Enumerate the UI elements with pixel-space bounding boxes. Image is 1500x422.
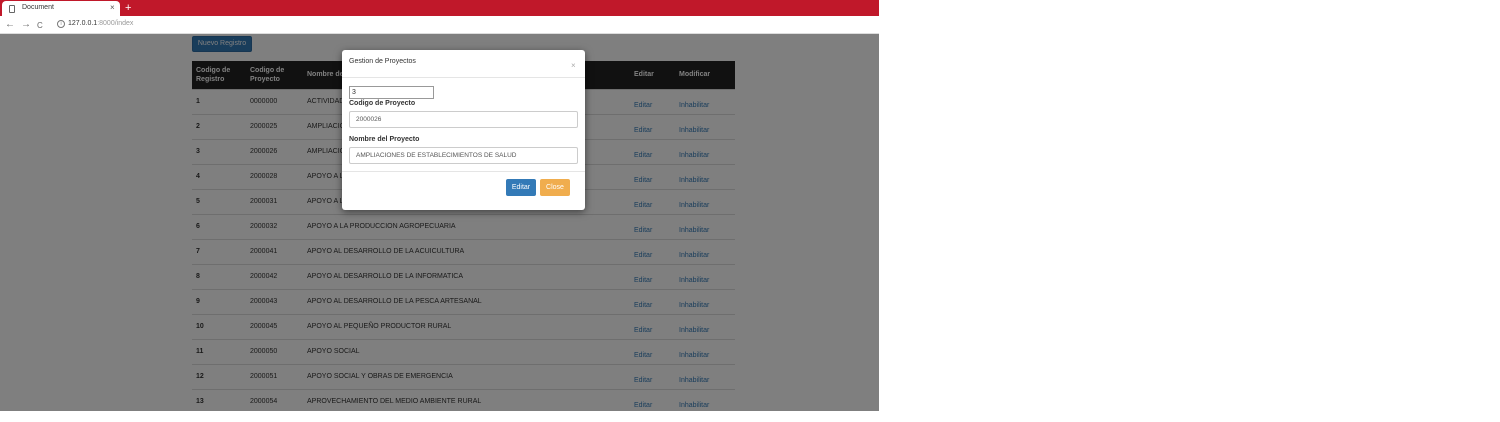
edit-button[interactable]: Editar (506, 179, 536, 196)
new-tab-button[interactable]: + (125, 0, 131, 16)
close-icon[interactable]: × (571, 61, 576, 70)
info-icon[interactable]: i (57, 20, 65, 28)
url-path: :8000/index (97, 20, 134, 27)
codigo-proyecto-label: Codigo de Proyecto (349, 100, 416, 107)
edit-project-modal: Gestion de Proyectos × Codigo de Proyect… (342, 50, 585, 210)
record-id-input[interactable] (349, 86, 434, 99)
back-icon[interactable]: ← (5, 19, 15, 30)
browser-window: Document × + ← → C i 127.0.0.1:8000/inde… (0, 0, 879, 411)
url-host: 127.0.0.1 (68, 20, 98, 27)
browser-tab[interactable]: Document × (2, 1, 120, 16)
document-icon (9, 5, 15, 13)
tab-close-icon[interactable]: × (110, 3, 115, 12)
modal-header: Gestion de Proyectos × (342, 50, 585, 78)
forward-icon[interactable]: → (21, 19, 31, 30)
nombre-proyecto-field[interactable] (349, 147, 578, 164)
tab-title: Document (22, 4, 54, 11)
reload-icon[interactable]: C (37, 20, 43, 31)
tab-bar: Document × + (0, 0, 879, 16)
nombre-proyecto-label: Nombre del Proyecto (349, 136, 420, 143)
modal-title: Gestion de Proyectos (349, 58, 416, 65)
url-field[interactable]: 127.0.0.1:8000/index (68, 20, 133, 27)
modal-footer: Editar Close (342, 171, 585, 210)
codigo-proyecto-field[interactable] (349, 111, 578, 128)
address-bar: ← → C i 127.0.0.1:8000/index (0, 16, 879, 34)
close-button[interactable]: Close (540, 179, 570, 196)
